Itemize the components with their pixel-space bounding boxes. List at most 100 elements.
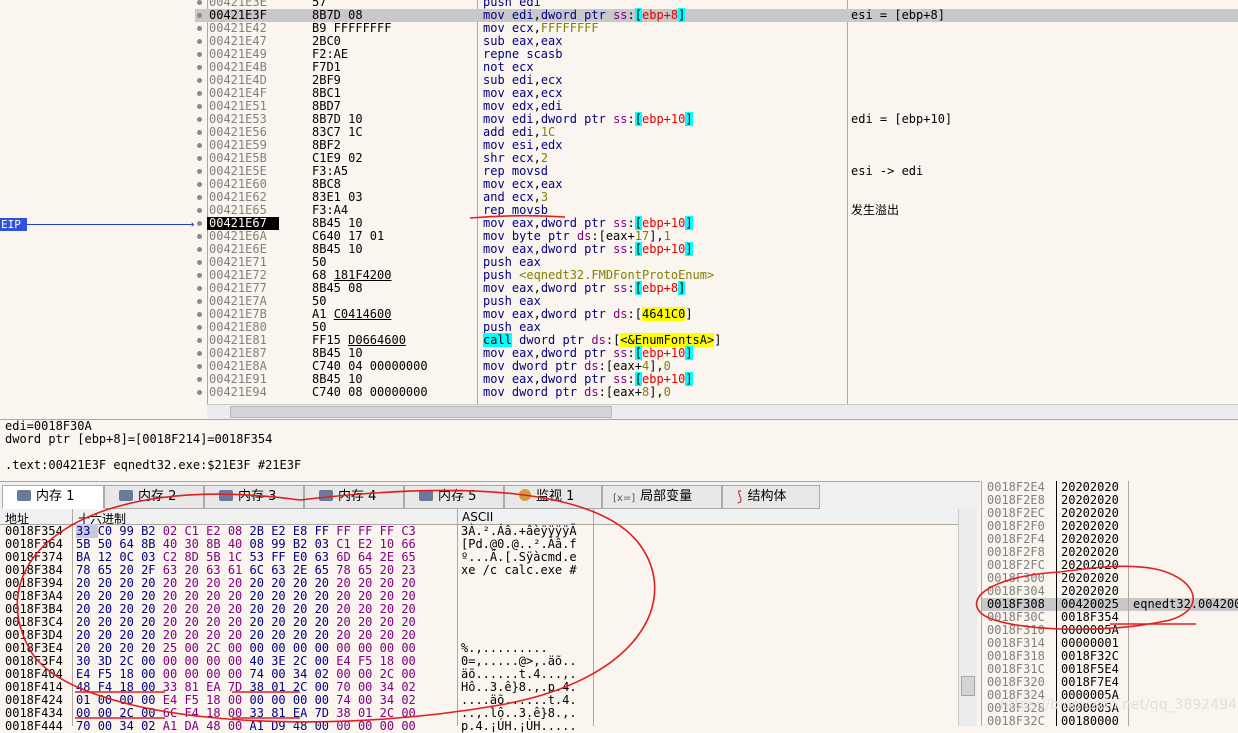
tab-7[interactable]: [x=] 局部变量 xyxy=(602,485,722,509)
tab-5[interactable]: 内存 5 xyxy=(404,485,504,509)
disasm-row[interactable]: 00421E49 F2:AE repne scasb xyxy=(195,48,1238,61)
breakpoint-dot-icon[interactable] xyxy=(197,390,202,395)
breakpoint-dot-icon[interactable] xyxy=(197,156,202,161)
tab-2[interactable]: 内存 2 xyxy=(104,485,204,509)
dump-address: 0018F444 xyxy=(5,719,63,733)
watermark: https://blog.csdn.net/qq_38924942 xyxy=(1000,697,1238,713)
eip-label: EIP xyxy=(0,218,27,231)
instruction-address: 00421E94 xyxy=(209,385,267,399)
locals-icon: [x=] xyxy=(613,493,636,504)
breakpoint-dot-icon[interactable] xyxy=(197,39,202,44)
breakpoint-dot-icon[interactable] xyxy=(197,234,202,239)
disasm-row[interactable]: 00421E4B F7D1 not ecx xyxy=(195,61,1238,74)
instruction-mnemonic: mov dword ptr ds:[eax+8],0 xyxy=(483,385,671,399)
breakpoint-dot-icon[interactable] xyxy=(197,325,202,330)
disasm-row[interactable]: 00421E4F 8BC1 mov eax,ecx xyxy=(195,87,1238,100)
tab-3[interactable]: 内存 3 xyxy=(204,485,304,509)
tab-6[interactable]: 监视 1 xyxy=(504,485,602,509)
tab-label: 内存 5 xyxy=(438,489,477,504)
column-divider xyxy=(457,509,458,726)
breakpoint-dot-icon[interactable] xyxy=(197,221,202,226)
tab-label: 内存 4 xyxy=(338,489,377,504)
tab-8[interactable]: ⟆ 结构体 xyxy=(722,485,820,509)
breakpoint-dot-icon[interactable] xyxy=(197,52,202,57)
tab-label: 监视 1 xyxy=(536,489,575,504)
dump-rows[interactable]: 0018F354 33 C0 99 B2 02 C1 E2 08 2B E2 E8… xyxy=(0,524,958,733)
dump-ascii: p.4.¡ÚH.¡ÙH..... xyxy=(461,719,577,733)
breakpoint-dot-icon[interactable] xyxy=(197,169,202,174)
breakpoint-dot-icon[interactable] xyxy=(197,195,202,200)
instruction-bytes: C740 08 00000000 xyxy=(312,385,428,399)
disasm-row[interactable]: 00421E5E F3:A5 rep movsd esi -> edi xyxy=(195,165,1238,178)
instruction-comment: esi -> edi xyxy=(851,164,924,178)
breakpoint-dot-icon[interactable] xyxy=(197,286,202,291)
disasm-row[interactable]: 00421E77 8B45 08 mov eax,dword ptr ss:[ebp… xyxy=(195,281,1238,295)
tab-1[interactable]: 内存 1 xyxy=(2,485,104,509)
disasm-row[interactable]: 00421E5B C1E9 02 shr ecx,2 xyxy=(195,152,1238,165)
tab-4[interactable]: 内存 4 xyxy=(304,485,404,509)
dump-tab-bar: 内存 1 内存 2 内存 3 内存 4 内存 5 监视 1 [x=] 局部变量 ⟆ 结构体 xyxy=(0,481,980,510)
breakpoint-dot-icon[interactable] xyxy=(197,182,202,187)
memory-icon xyxy=(17,490,31,501)
memory-icon xyxy=(119,490,133,501)
instruction-comment: 发生溢出 xyxy=(851,203,900,217)
breakpoint-dot-icon[interactable] xyxy=(197,364,202,369)
column-divider xyxy=(1056,481,1057,726)
breakpoint-dot-icon[interactable] xyxy=(197,130,202,135)
breakpoint-dot-icon[interactable] xyxy=(197,65,202,70)
disasm-row[interactable]: 00421E56 83C7 1C add edi,1C xyxy=(195,126,1238,139)
breakpoint-dot-icon[interactable] xyxy=(197,299,202,304)
breakpoint-dot-icon[interactable] xyxy=(197,0,202,5)
column-divider xyxy=(593,509,594,726)
stack-value: 00180000 xyxy=(1061,714,1119,728)
breakpoint-dot-icon[interactable] xyxy=(197,143,202,148)
tab-label: 内存 3 xyxy=(238,489,277,504)
column-divider xyxy=(72,509,73,726)
breakpoint-dot-icon[interactable] xyxy=(197,377,202,382)
stack-comment: eqnedt32.00420025 xyxy=(1133,597,1238,611)
dump-row[interactable]: 0018F444 70 00 34 02 A1 DA 48 00 A1 D9 48… xyxy=(0,720,958,733)
breakpoint-dot-icon[interactable] xyxy=(197,26,202,31)
disasm-row[interactable]: 00421E4D 2BF9 sub edi,ecx xyxy=(195,74,1238,87)
info-line: .text:00421E3F eqnedt32.exe:$21E3F #21E3… xyxy=(5,458,302,472)
stack-pane[interactable]: 0018F2E4 20202020 0018F2E8 20202020 0018F2EC… xyxy=(981,481,1238,728)
breakpoint-dot-icon[interactable] xyxy=(197,312,202,317)
eip-pointer-line xyxy=(27,224,191,225)
disasm-row[interactable]: 00421E6E 8B45 10 mov eax,dword ptr ss:[ebp… xyxy=(195,242,1238,256)
memory-icon xyxy=(219,490,233,501)
scrollbar-thumb[interactable] xyxy=(230,406,612,418)
breakpoint-dot-icon[interactable] xyxy=(197,91,202,96)
tab-label: 局部变量 xyxy=(640,489,693,504)
disasm-row[interactable]: 00421E7B A1 C0414600 mov eax,dword ptr ds:… xyxy=(195,307,1238,321)
instruction-comment: edi = [ebp+10] xyxy=(851,112,953,126)
dump-header: 地址 十六进制 ASCII xyxy=(0,509,975,526)
memory-icon xyxy=(319,490,333,501)
disasm-row[interactable]: 00421E62 83E1 03 and ecx,3 xyxy=(195,191,1238,204)
info-pane: edi=0018F30A dword ptr [ebp+8]=[0018F214… xyxy=(0,419,1238,480)
tab-label: 内存 1 xyxy=(36,489,75,504)
stack-address: 0018F32C xyxy=(987,714,1045,728)
ascii-column-header[interactable]: ASCII xyxy=(462,510,493,524)
breakpoint-dot-icon[interactable] xyxy=(197,78,202,83)
breakpoint-dot-icon[interactable] xyxy=(197,273,202,278)
tab-label: 结构体 xyxy=(747,489,787,504)
breakpoint-dot-icon[interactable] xyxy=(197,104,202,109)
disasm-row[interactable]: 00421E42 B9 FFFFFFFF mov ecx,FFFFFFFF xyxy=(195,22,1238,35)
dump-hex: 70 00 34 02 A1 DA 48 00 A1 D9 48 00 00 0… xyxy=(76,719,416,733)
scrollbar-thumb[interactable] xyxy=(961,676,975,696)
disasm-row[interactable]: 00421E47 2BC0 sub eax,eax xyxy=(195,35,1238,48)
disasm-row[interactable]: 00421E94 C740 08 00000000 mov dword ptr ds… xyxy=(195,386,1238,399)
breakpoint-dot-icon[interactable] xyxy=(197,338,202,343)
breakpoint-dot-icon[interactable] xyxy=(197,117,202,122)
breakpoint-dot-icon[interactable] xyxy=(197,13,202,18)
breakpoint-dot-icon[interactable] xyxy=(197,260,202,265)
instruction-comment: esi = [ebp+8] xyxy=(851,8,945,22)
breakpoint-dot-icon[interactable] xyxy=(197,247,202,252)
stack-row[interactable]: 0018F32C 00180000 xyxy=(982,715,1238,728)
breakpoint-dot-icon[interactable] xyxy=(197,351,202,356)
jump-gutter xyxy=(0,0,193,418)
struct-icon: ⟆ xyxy=(737,489,743,505)
tab-label: 内存 2 xyxy=(138,489,177,504)
memory-icon xyxy=(419,490,433,501)
breakpoint-dot-icon[interactable] xyxy=(197,208,202,213)
